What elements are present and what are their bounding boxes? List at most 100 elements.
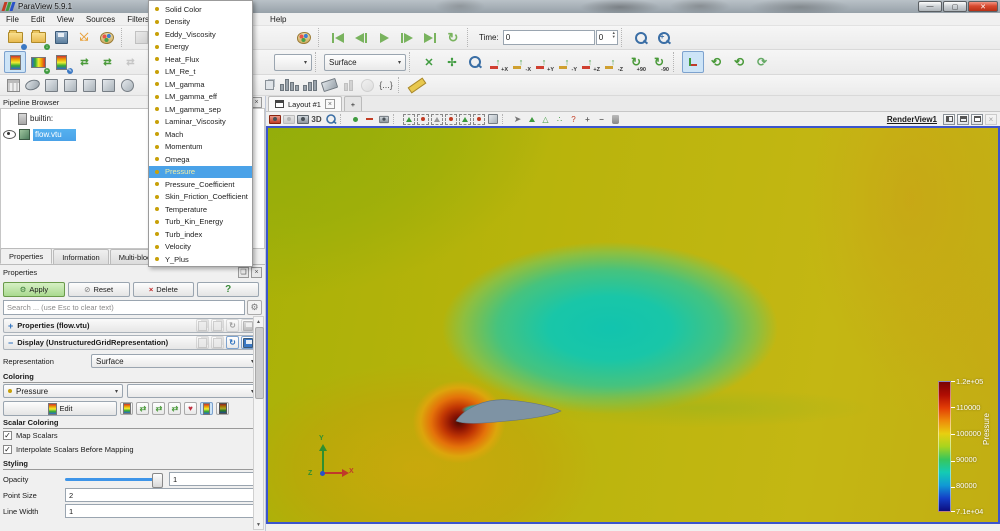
dropdown-menu-item[interactable]: Skin_Friction_Coefficient [149, 191, 252, 204]
reset-display-defaults-button[interactable]: ↻ [226, 336, 239, 349]
menu-item[interactable]: Sources [80, 15, 121, 24]
interactive-select-cells-button[interactable]: ➤ [511, 113, 524, 125]
stream-tracer-button[interactable] [358, 76, 376, 94]
dropdown-menu-item[interactable]: Eddy_Viscosity [149, 28, 252, 41]
select-cells-rect-button[interactable] [402, 113, 415, 125]
section-display[interactable]: − Display (UnstructuredGridRepresentatio… [3, 335, 259, 350]
zoom-closest-button[interactable] [653, 27, 675, 49]
color-legend[interactable]: 1.2e+0511000010000090000800007.1e+04 Pre… [936, 377, 996, 519]
set-view-direction-button[interactable]: ↑ -X [510, 51, 532, 73]
dropdown-menu-item[interactable]: Momentum [149, 141, 252, 154]
show-scalar-bar-button[interactable] [200, 402, 213, 415]
select-frustum-button[interactable] [377, 113, 390, 125]
representation-combo[interactable]: Surface▾ [324, 54, 406, 71]
dropdown-menu-item[interactable]: Pressure_Coefficient [149, 178, 252, 191]
layout-tab[interactable]: Layout #1 × [268, 96, 342, 111]
scrollbar-thumb[interactable] [255, 327, 264, 399]
line-width-input[interactable]: 1 [65, 504, 259, 518]
set-view-direction-button[interactable]: ↑ +Z [579, 51, 601, 73]
frame-spinbox[interactable]: 0 ▲▼ [596, 30, 618, 45]
extract-subset-button[interactable] [99, 76, 117, 94]
dropdown-menu-item[interactable]: Energy [149, 41, 252, 54]
scroll-down-icon[interactable]: ▼ [254, 520, 263, 529]
edit-color-map-button[interactable]: + [27, 51, 49, 73]
color-palette-button[interactable] [293, 27, 315, 49]
menu-item[interactable]: View [51, 15, 80, 24]
dropdown-menu-item[interactable]: Velocity [149, 241, 252, 254]
minimize-button[interactable]: — [918, 1, 942, 12]
dropdown-menu-item[interactable]: Pressure [149, 166, 252, 179]
group-datasets-button[interactable] [260, 76, 278, 94]
reset-rotation-center-button[interactable]: ⟲ [728, 51, 750, 73]
plot-over-line-button[interactable] [320, 76, 338, 94]
zoom-to-data-camera-button[interactable]: ✢ [441, 51, 463, 73]
color-array-combo[interactable]: Pressure▾ [3, 384, 123, 398]
choose-preset-small-button[interactable] [120, 402, 133, 415]
export-scene-button[interactable] [268, 113, 281, 125]
visibility-eye-icon[interactable] [3, 130, 16, 139]
hover-points-button[interactable]: ∴ [553, 113, 566, 125]
pick-rotation-center-button[interactable]: ⟳ [751, 51, 773, 73]
rotate-view-button[interactable]: ↻ -90 [648, 51, 670, 73]
select-cells-through-button[interactable] [430, 113, 443, 125]
edit-scalar-bar-button[interactable] [216, 402, 229, 415]
menu-item[interactable]: File [0, 15, 25, 24]
zoom-to-box-button[interactable] [464, 51, 486, 73]
adjust-camera-button[interactable] [324, 113, 337, 125]
loop-button[interactable]: ↻ [442, 27, 464, 49]
contour-filter-button[interactable] [23, 76, 41, 94]
save-screenshot-button[interactable] [282, 113, 295, 125]
load-palette-button[interactable] [96, 27, 118, 49]
set-view-direction-button[interactable]: ↑ -Z [602, 51, 624, 73]
dropdown-menu-item[interactable]: Turb_index [149, 228, 252, 241]
search-options-button[interactable]: ⚙ [247, 300, 262, 315]
dropdown-menu-item[interactable]: LM_Re_t [149, 66, 252, 79]
plot-over-time-button[interactable] [301, 76, 319, 94]
select-block-button[interactable] [486, 113, 499, 125]
selection-query-button[interactable]: ? [567, 113, 580, 125]
zoom-to-data-button[interactable] [630, 27, 652, 49]
menu-item[interactable]: Edit [25, 15, 51, 24]
rescale-to-data-range-button[interactable]: ⇄ [73, 51, 95, 73]
interactive-select-points-button[interactable] [525, 113, 538, 125]
paste-display-button[interactable] [211, 336, 224, 349]
copy-display-button[interactable] [196, 336, 209, 349]
first-frame-button[interactable] [327, 27, 349, 49]
ruler-button[interactable] [407, 76, 427, 94]
reset-button[interactable]: ⊘ Reset [68, 282, 130, 297]
play-button[interactable] [373, 27, 395, 49]
dropdown-menu-item[interactable]: Y_Plus [149, 253, 252, 266]
glyph-filter-button[interactable] [118, 76, 136, 94]
component-combo[interactable]: ▾ [274, 54, 312, 71]
previous-frame-button[interactable] [350, 27, 372, 49]
plot-selection-button[interactable] [339, 76, 357, 94]
expand-icon[interactable]: + [8, 321, 13, 331]
delete-button[interactable]: × Delete [133, 282, 195, 297]
last-frame-button[interactable] [419, 27, 441, 49]
add-layout-tab[interactable]: + [344, 96, 362, 111]
slice-filter-button[interactable] [61, 76, 79, 94]
grow-selection-button[interactable]: + [581, 113, 594, 125]
dropdown-menu-item[interactable]: Turb_Kin_Energy [149, 216, 252, 229]
reset-camera-button[interactable]: ✕ [418, 51, 440, 73]
rescale-visible-small-button[interactable]: ⇄ [168, 402, 181, 415]
calculator-filter-button[interactable] [4, 76, 22, 94]
select-cells-on-button[interactable] [349, 113, 362, 125]
scroll-up-icon[interactable]: ▲ [254, 317, 263, 326]
set-view-direction-button[interactable]: ↑ +X [487, 51, 509, 73]
close-layout-icon[interactable]: × [325, 99, 335, 109]
representation-select[interactable]: Surface▾ [91, 354, 259, 368]
opacity-input[interactable]: 1 [169, 472, 259, 486]
dropdown-menu-item[interactable]: Density [149, 16, 252, 29]
rescale-data-small-button[interactable]: ⇄ [136, 402, 149, 415]
clip-filter-button[interactable] [42, 76, 60, 94]
select-points-polygon-button[interactable] [472, 113, 485, 125]
view-title[interactable]: RenderView1 [887, 115, 937, 124]
split-vertical-button[interactable] [957, 114, 969, 125]
dropdown-menu-item[interactable]: Solid Color [149, 3, 252, 16]
select-points-through-button[interactable] [444, 113, 457, 125]
open-file-button[interactable] [4, 27, 26, 49]
set-rotation-center-button[interactable]: ⟲ [705, 51, 727, 73]
dropdown-menu-item[interactable]: LM_gamma_sep [149, 103, 252, 116]
split-horizontal-button[interactable] [943, 114, 955, 125]
